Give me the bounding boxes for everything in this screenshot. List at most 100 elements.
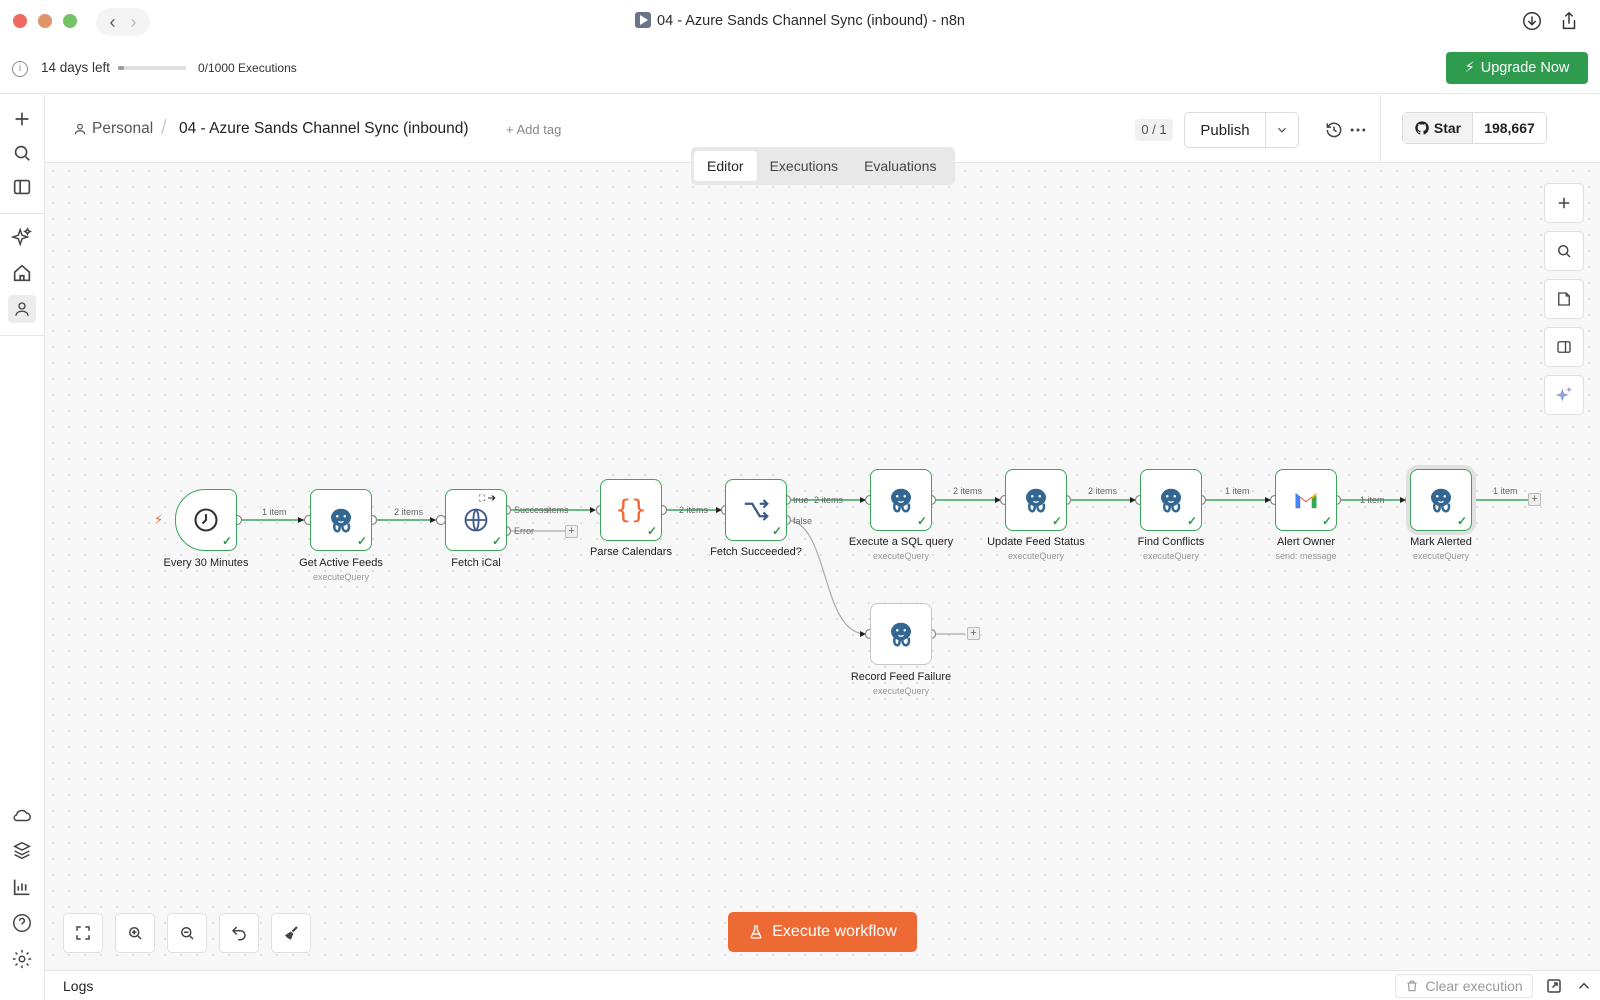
project-name: Personal — [92, 120, 154, 137]
node-quick-actions-icon[interactable]: ⛶ ➔ — [479, 493, 496, 504]
plus-icon[interactable] — [11, 108, 33, 130]
node-parse-calendars[interactable]: {} ✓ — [600, 479, 662, 541]
success-check-icon: ✓ — [356, 534, 367, 548]
home-icon[interactable] — [11, 262, 33, 284]
chevron-up-icon[interactable] — [1575, 977, 1593, 995]
node-fetch-ical[interactable]: ✓ ⛶ ➔ — [445, 489, 507, 551]
github-star-widget[interactable]: Star 198,667 — [1402, 112, 1547, 144]
clear-execution-label: Clear execution — [1425, 978, 1523, 994]
execute-workflow-button[interactable]: Execute workflow — [728, 912, 917, 952]
edge-label: 1 item — [1225, 486, 1250, 496]
node-fetch-succeeded[interactable]: ✓ — [725, 479, 787, 541]
publish-button-group: Publish — [1184, 112, 1299, 148]
breadcrumb-personal[interactable]: Personal — [73, 120, 153, 138]
tab-editor[interactable]: Editor — [694, 151, 757, 181]
user-icon — [15, 302, 29, 316]
node-label: Fetch iCal — [451, 557, 501, 569]
fullscreen-icon — [76, 926, 90, 940]
undo-icon — [231, 926, 246, 941]
node-update-feed-status[interactable]: ✓ — [1005, 469, 1067, 531]
sidebar-divider — [0, 213, 44, 214]
sidebar-item-personal[interactable] — [8, 295, 36, 323]
success-check-icon: ✓ — [221, 534, 232, 548]
postgres-icon — [891, 488, 911, 513]
trial-bar: i 14 days left 0/1000 Executions ⚡︎ Upgra… — [0, 44, 1600, 94]
add-node-plus-button[interactable]: + — [565, 525, 578, 538]
insights-icon[interactable] — [11, 876, 33, 898]
github-star-button[interactable]: Star — [1403, 113, 1473, 143]
undo-button[interactable] — [219, 913, 259, 953]
search-nodes-button[interactable] — [1544, 231, 1584, 271]
postgres-icon — [1161, 488, 1181, 513]
cloud-icon[interactable] — [11, 804, 33, 826]
broom-icon — [285, 926, 298, 940]
node-subtitle: executeQuery — [872, 686, 930, 696]
node-every-30-minutes[interactable]: ✓ — [175, 489, 237, 551]
share-icon[interactable] — [1558, 10, 1580, 32]
edge-label: 1 item — [1493, 486, 1518, 496]
add-node-plus-button[interactable]: + — [967, 627, 980, 640]
logs-bar[interactable]: Logs Clear execution — [45, 970, 1600, 1000]
pop-out-icon[interactable] — [1545, 977, 1563, 995]
add-node-plus-button[interactable]: + — [1528, 493, 1541, 506]
bolt-icon: ⚡︎ — [1464, 60, 1475, 76]
node-get-active-feeds[interactable]: ✓ — [310, 489, 372, 551]
node-subtitle: executeQuery — [1412, 551, 1470, 561]
node-alert-owner[interactable]: ✓ — [1275, 469, 1337, 531]
add-node-button[interactable] — [1544, 183, 1584, 223]
node-execute-sql-query[interactable]: ✓ — [870, 469, 932, 531]
settings-gear-icon[interactable] — [11, 948, 33, 970]
toggle-panel-button[interactable] — [1544, 327, 1584, 367]
tidy-up-button[interactable] — [271, 913, 311, 953]
search-icon[interactable] — [11, 142, 33, 164]
edge-label-true: true — [793, 495, 809, 505]
tab-evaluations[interactable]: Evaluations — [851, 151, 949, 181]
edge-label-success: Success — [514, 505, 549, 515]
executions-progress-bar — [118, 66, 186, 70]
zoom-in-icon — [129, 927, 142, 940]
node-label: Fetch Succeeded? — [710, 546, 802, 558]
clear-execution-button[interactable]: Clear execution — [1395, 974, 1533, 998]
window-title-text: 04 - Azure Sands Channel Sync (inbound) … — [657, 13, 965, 29]
sparkles-icon[interactable] — [11, 226, 33, 248]
zoom-out-button[interactable] — [167, 913, 207, 953]
templates-icon[interactable] — [11, 840, 33, 862]
version-badge: 0 / 1 — [1135, 119, 1173, 141]
search-icon — [1558, 245, 1571, 258]
fit-view-button[interactable] — [63, 913, 103, 953]
node-mark-alerted[interactable]: ✓ — [1410, 469, 1472, 531]
workflow-name[interactable]: 04 - Azure Sands Channel Sync (inbound) — [179, 120, 469, 138]
code-braces-icon: {} — [615, 495, 647, 525]
help-icon[interactable] — [11, 912, 33, 934]
publish-dropdown-button[interactable] — [1266, 113, 1298, 147]
success-check-icon: ✓ — [771, 524, 782, 538]
history-icon[interactable] — [1324, 120, 1344, 140]
postgres-icon — [891, 622, 911, 647]
plus-icon — [1558, 197, 1570, 209]
node-record-feed-failure[interactable] — [870, 603, 932, 665]
globe-icon — [464, 508, 488, 532]
days-left-text: 14 days left — [41, 60, 111, 75]
edge-label: 2 items — [953, 486, 983, 496]
clock-icon — [194, 508, 218, 532]
download-icon[interactable] — [1521, 10, 1543, 32]
tab-executions[interactable]: Executions — [757, 151, 851, 181]
more-options-icon[interactable] — [1348, 120, 1368, 140]
success-check-icon: ✓ — [1321, 514, 1332, 528]
ai-assistant-button[interactable] — [1544, 375, 1584, 415]
panel-icon[interactable] — [11, 176, 33, 198]
edge-label: 2 items — [814, 495, 844, 505]
trigger-bolt-icon: ⚡︎ — [154, 512, 164, 527]
upgrade-now-button[interactable]: ⚡︎ Upgrade Now — [1446, 52, 1588, 84]
upgrade-label: Upgrade Now — [1480, 60, 1570, 76]
add-tag-button[interactable]: + Add tag — [506, 122, 561, 137]
zoom-in-button[interactable] — [115, 913, 155, 953]
left-sidebar — [0, 95, 45, 1000]
if-branch-icon — [744, 499, 769, 521]
success-check-icon: ✓ — [1051, 514, 1062, 528]
success-check-icon: ✓ — [491, 534, 502, 548]
node-find-conflicts[interactable]: ✓ — [1140, 469, 1202, 531]
sticky-note-button[interactable] — [1544, 279, 1584, 319]
publish-button[interactable]: Publish — [1185, 113, 1266, 147]
sparkles-icon — [1555, 386, 1572, 402]
